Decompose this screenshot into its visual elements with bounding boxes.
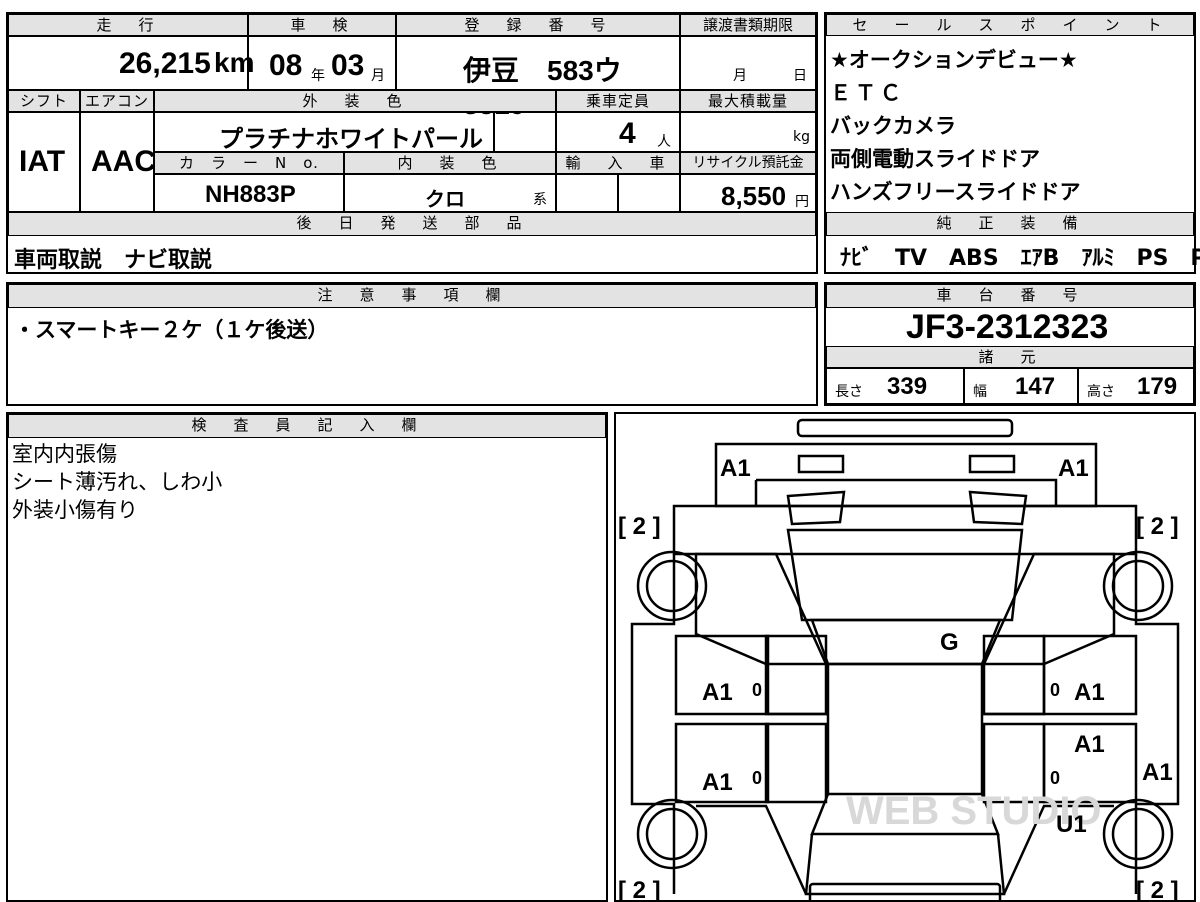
spec-length-cell: 長さ 339: [826, 368, 964, 404]
bracket-bottom-left: [ 2 ]: [618, 877, 661, 902]
aircon-cell: AAC: [80, 112, 156, 212]
mark-zero: 0: [1050, 768, 1060, 788]
header-shift: シフト: [8, 90, 80, 112]
notes-value: ・スマートキー２ケ（１ケ後送）: [14, 318, 329, 342]
mark-right-rear-wheel: U1: [1056, 811, 1087, 838]
inspection-month: 03: [331, 49, 365, 82]
mark-front-right: A1: [1058, 455, 1089, 482]
header-interior-color: 内 装 色: [344, 152, 556, 174]
spec-width-label: 幅: [973, 384, 987, 400]
mileage-cell: 26,215 km: [8, 36, 254, 90]
capacity-unit: 人: [657, 134, 671, 150]
header-recycle: リサイクル預託金: [680, 152, 816, 174]
sales-point-item: ★オークションデビュー★: [830, 48, 1078, 72]
import-cell-a: [556, 174, 618, 212]
spec-length-value: 339: [887, 373, 928, 400]
header-aircon: エアコン: [80, 90, 154, 112]
mileage-value: 26,215: [119, 47, 211, 80]
sales-points-header: セ ー ル ス ポ イ ン ト: [826, 14, 1194, 36]
header-color-no: カ ラ ー N o.: [154, 152, 344, 174]
header-transfer-deadline: 譲渡書類期限: [680, 14, 816, 36]
header-registration: 登 録 番 号: [396, 14, 680, 36]
inspector-line: シート薄汚れ、しわ小: [12, 470, 223, 494]
max-load-cell: kg: [680, 112, 816, 152]
mark-zero: 0: [1050, 680, 1060, 700]
exterior-color-value: プラチナホワイトパール: [219, 125, 483, 153]
mark-front-left: A1: [720, 455, 751, 482]
sales-point-item: ハンズフリースライドドア: [830, 180, 1081, 204]
mark-left-front-door: A1: [702, 679, 733, 706]
interior-color-value: クロ: [425, 187, 465, 211]
interior-color-cell: クロ 系: [344, 174, 556, 212]
inspector-header: 検 査 員 記 入 欄: [8, 414, 606, 438]
spec-height-value: 179: [1137, 373, 1178, 400]
header-max-load: 最大積載量: [680, 90, 816, 112]
registration-cell: 伊豆 583ウ3519: [396, 36, 680, 120]
header-inspection: 車 検: [248, 14, 396, 36]
bracket-top-right: [ 2 ]: [1136, 513, 1179, 540]
car-diagram: WEB STUDIO A1 A1 [ 2 ] [ 2 ] [ 2 ] [ 2 ]…: [618, 418, 1180, 902]
header-mileage: 走 行: [8, 14, 248, 36]
inspector-line: 室内内張傷: [12, 442, 117, 466]
header-later-parts: 後 日 発 送 部 品: [8, 212, 816, 236]
notes-header: 注 意 事 項 欄: [8, 284, 816, 308]
inspector-line: 外装小傷有り: [12, 498, 138, 522]
header-import: 輸 入 車: [556, 152, 680, 174]
capacity-cell: 4 人: [556, 112, 680, 152]
shift-value: IAT: [19, 145, 66, 178]
spec-length-label: 長さ: [835, 384, 863, 400]
mark-zero: 0: [752, 768, 762, 788]
mark-roof: G: [940, 629, 959, 656]
color-no-cell: NH883P: [154, 174, 344, 212]
mark-right-mid-door: A1: [1074, 731, 1105, 758]
header-exterior-color: 外 装 色: [154, 90, 556, 112]
deadline-day-unit: 日: [793, 68, 807, 84]
sales-point-item: バックカメラ: [830, 114, 956, 138]
mark-right-rear-panel: A1: [1142, 759, 1173, 786]
import-cell-b: [618, 174, 680, 212]
damage-diagram-panel: WEB STUDIO A1 A1 [ 2 ] [ 2 ] [ 2 ] [ 2 ]…: [614, 412, 1196, 902]
spec-width-cell: 幅 147: [964, 368, 1078, 404]
capacity-value: 4: [619, 117, 636, 150]
interior-color-suffix: 系: [533, 192, 547, 208]
equipment-header: 純 正 装 備: [826, 212, 1194, 236]
inspector-notes: 室内内張傷 シート薄汚れ、しわ小 外装小傷有り: [12, 440, 222, 524]
inspection-year-unit: 年: [311, 68, 325, 84]
recycle-cell: 8,550 円: [680, 174, 816, 212]
sales-points-list: ★オークションデビュー★ ＥＴＣ バックカメラ 両側電動スライドドア ハンズフリ…: [830, 44, 1190, 209]
chassis-header: 車 台 番 号: [826, 284, 1194, 308]
spec-height-cell: 高さ 179: [1078, 368, 1194, 404]
equipment-value: ﾅﾋﾞ TV ABS ｴｱB ｱﾙﾐ PS PW: [840, 246, 1200, 271]
deadline-month-unit: 月: [733, 68, 747, 84]
recycle-unit: 円: [795, 194, 809, 210]
shift-cell: IAT: [8, 112, 80, 212]
mark-right-front-door: A1: [1074, 679, 1105, 706]
chassis-number: JF3-2312323: [906, 308, 1109, 346]
max-load-unit: kg: [793, 129, 810, 145]
header-capacity: 乗車定員: [556, 90, 680, 112]
sales-point-item: ＥＴＣ: [830, 81, 905, 105]
mark-zero: 0: [752, 680, 762, 700]
inspection-cell: 08 年 03 月: [248, 36, 396, 90]
later-parts-value: 車両取説 ナビ取説: [14, 248, 213, 273]
spec-width-value: 147: [1015, 373, 1056, 400]
recycle-value: 8,550: [721, 181, 787, 211]
inspection-month-unit: 月: [371, 68, 385, 84]
sales-point-item: 両側電動スライドドア: [830, 147, 1040, 171]
exterior-color-extra: [494, 112, 556, 152]
aircon-value: AAC: [91, 145, 156, 178]
specs-header: 諸 元: [826, 346, 1194, 368]
bracket-bottom-right: [ 2 ]: [1136, 877, 1179, 902]
deadline-cell: 月 日: [680, 36, 816, 90]
inspection-year: 08: [269, 49, 303, 82]
color-no-value: NH883P: [205, 181, 296, 208]
spec-height-label: 高さ: [1087, 384, 1115, 400]
mark-left-rear-door: A1: [702, 769, 733, 796]
bracket-top-left: [ 2 ]: [618, 513, 661, 540]
exterior-color-cell: プラチナホワイトパール: [154, 112, 494, 153]
